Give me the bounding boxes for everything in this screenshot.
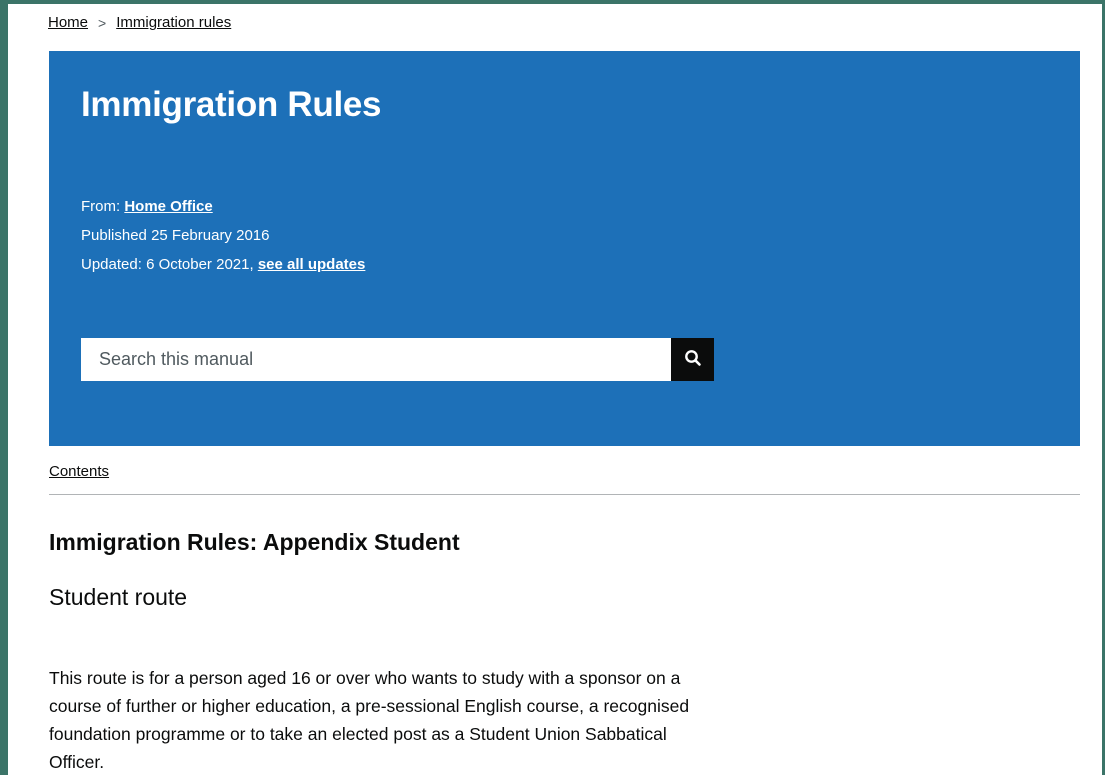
updated-date: 6 October 2021, <box>146 256 254 273</box>
home-office-link[interactable]: Home Office <box>124 198 212 215</box>
publication-metadata: From: Home Office Published 25 February … <box>81 192 365 279</box>
see-all-updates-link[interactable]: see all updates <box>258 256 366 273</box>
page: Home > Immigration rules Immigration Rul… <box>8 4 1102 775</box>
manual-search-form <box>81 338 714 381</box>
from-line: From: Home Office <box>81 192 365 221</box>
section-title: Student route <box>49 584 188 610</box>
search-button[interactable] <box>671 338 714 381</box>
from-label: From: <box>81 198 121 215</box>
breadcrumb-separator: > <box>98 14 107 31</box>
published-label: Published <box>81 227 147 244</box>
search-icon <box>684 349 702 370</box>
document-title: Immigration Rules: Appendix Student <box>49 529 460 555</box>
title-banner: Immigration Rules From: Home Office Publ… <box>49 51 1080 446</box>
page-title: Immigration Rules <box>81 85 382 124</box>
breadcrumb-home-link[interactable]: Home <box>48 14 88 31</box>
breadcrumb: Home > Immigration rules <box>48 14 231 31</box>
section-divider <box>49 494 1080 495</box>
published-line: Published 25 February 2016 <box>81 221 365 250</box>
breadcrumb-immigration-rules-link[interactable]: Immigration rules <box>116 14 231 31</box>
search-input[interactable] <box>81 338 671 381</box>
published-date: 25 February 2016 <box>151 227 270 244</box>
contents-link[interactable]: Contents <box>49 463 109 480</box>
route-description: This route is for a person aged 16 or ov… <box>49 668 690 772</box>
updated-line: Updated: 6 October 2021, see all updates <box>81 250 365 279</box>
updated-label: Updated: <box>81 256 142 273</box>
